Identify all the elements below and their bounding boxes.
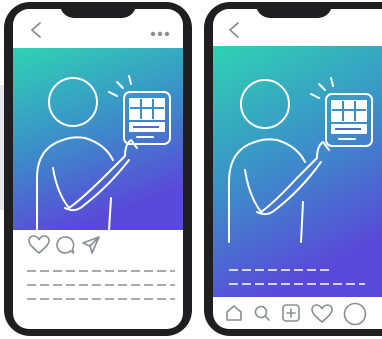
caption-placeholder [27,270,175,300]
back-chevron-icon[interactable] [29,21,43,39]
search-icon[interactable] [253,304,271,322]
share-send-icon[interactable] [81,235,101,255]
phone-notch [60,2,136,18]
phone-story-view [204,2,382,336]
like-heart-icon[interactable] [28,235,50,255]
more-options-icon[interactable] [150,31,170,37]
activity-heart-icon[interactable] [311,304,333,324]
phone-notch [256,2,332,18]
back-chevron-icon[interactable] [227,21,241,39]
post-media-image[interactable] [13,48,183,230]
bottom-nav [213,301,382,329]
phone-screen [213,9,382,329]
comment-bubble-icon[interactable] [55,235,75,255]
profile-icon[interactable] [343,302,367,326]
post-actions [13,231,183,259]
phone-post-view [4,2,192,336]
new-post-icon[interactable] [281,303,301,323]
story-media-image[interactable] [213,46,382,297]
phone-screen [13,9,183,329]
home-icon[interactable] [225,304,243,322]
